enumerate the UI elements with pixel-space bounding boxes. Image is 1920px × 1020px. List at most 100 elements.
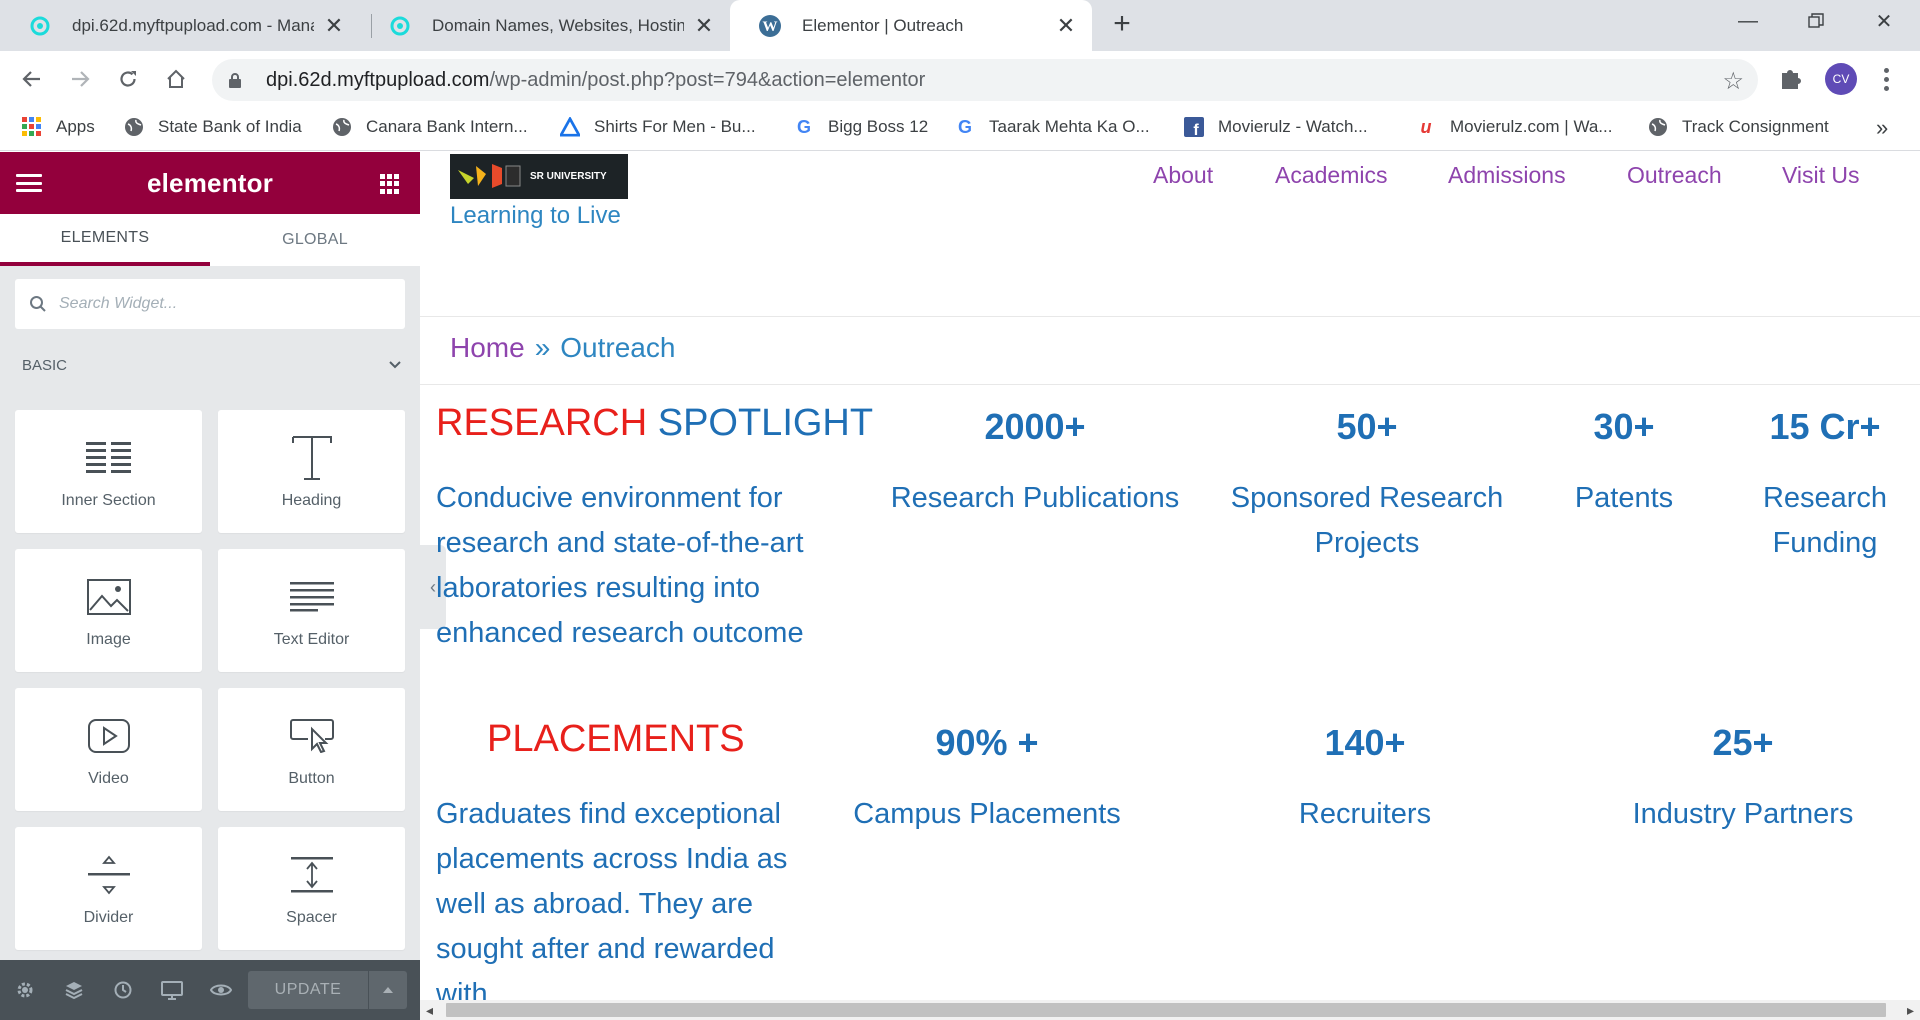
reload-icon[interactable] [114, 65, 142, 93]
bookmark-track-consignment[interactable]: Track Consignment [1648, 117, 1829, 137]
category-basic[interactable]: BASIC [22, 357, 402, 375]
widget-spacer[interactable]: Spacer [218, 827, 405, 950]
stat-label: Campus Placements [853, 798, 1121, 830]
svg-text:W: W [763, 19, 778, 35]
widget-video[interactable]: Video [15, 688, 202, 811]
nav-visit-us[interactable]: Visit Us [1782, 162, 1860, 189]
bookmark-label: Shirts For Men - Bu... [594, 117, 756, 136]
breadcrumb-separator: » [534, 332, 551, 363]
chevron-up-icon[interactable] [369, 971, 407, 1009]
settings-gear-icon[interactable] [0, 960, 49, 1020]
bookmark-label: Track Consignment [1682, 117, 1829, 136]
stat-label: Research Funding [1762, 482, 1888, 559]
horizontal-scrollbar[interactable]: ◂ ▸ [420, 1000, 1920, 1020]
widget-inner-section[interactable]: Inner Section [15, 410, 202, 533]
logo-marks [454, 160, 524, 194]
globe-icon [124, 117, 144, 137]
bookmark-state-bank[interactable]: State Bank of India [124, 117, 302, 137]
bookmark-movierulz-fb[interactable]: f Movierulz - Watch... [1184, 117, 1368, 137]
close-window-icon[interactable]: ✕ [1850, 0, 1918, 42]
navigator-layers-icon[interactable] [49, 960, 98, 1020]
widget-image[interactable]: Image [15, 549, 202, 672]
stat-value: 2000+ [984, 406, 1086, 447]
browser-tab-3-active[interactable]: W Elementor | Outreach ✕ [730, 0, 1092, 51]
scroll-left-icon[interactable]: ◂ [426, 1002, 433, 1019]
url-host: dpi.62d.myftpupload.com [266, 68, 490, 91]
widget-button[interactable]: Button [218, 688, 405, 811]
category-title: BASIC [22, 357, 68, 374]
breadcrumb-current: Outreach [560, 332, 676, 363]
tab-global[interactable]: GLOBAL [210, 214, 420, 266]
tab-title: Domain Names, Websites, Hostin [432, 15, 684, 35]
browser-tab-1[interactable]: dpi.62d.myftpupload.com - Mana ✕ [0, 0, 360, 51]
widgets-grid-icon[interactable] [380, 174, 400, 194]
browser-menu-icon[interactable] [1876, 63, 1896, 95]
widget-text-editor[interactable]: Text Editor [218, 549, 405, 672]
profile-avatar[interactable]: CV [1825, 63, 1857, 95]
divider-icon [85, 851, 133, 899]
site-logo[interactable]: SR UNIVERSITY [450, 154, 628, 199]
bookmark-star-icon[interactable]: ☆ [1722, 67, 1744, 96]
bookmark-label: Movierulz - Watch... [1218, 117, 1368, 136]
stat-label: Industry Partners [1632, 798, 1854, 830]
history-icon[interactable] [98, 960, 147, 1020]
header-divider [420, 316, 1920, 317]
google-icon: G [796, 116, 811, 137]
widget-label: Video [88, 770, 129, 787]
preview-eye-icon[interactable] [196, 960, 245, 1020]
bookmark-bigg-boss[interactable]: G Bigg Boss 12 [794, 117, 928, 137]
widget-label: Spacer [286, 909, 337, 926]
minimize-icon[interactable]: — [1714, 0, 1782, 42]
button-icon [288, 712, 336, 760]
search-widget-input[interactable] [59, 295, 379, 313]
address-bar-row: dpi.62d.myftpupload.com/wp-admin/post.ph… [0, 51, 1920, 107]
bookmarks-overflow-icon[interactable]: » [1876, 115, 1888, 141]
widget-label: Heading [281, 492, 342, 509]
scroll-right-icon[interactable]: ▸ [1907, 1002, 1914, 1019]
breadcrumb-divider [420, 384, 1920, 385]
bookmark-taarak-mehta[interactable]: G Taarak Mehta Ka O... [955, 117, 1150, 137]
bookmark-movierulz-com[interactable]: u Movierulz.com | Wa... [1416, 117, 1613, 137]
bookmark-label: Taarak Mehta Ka O... [989, 117, 1150, 136]
nav-outreach[interactable]: Outreach [1627, 162, 1722, 189]
globe-icon [1648, 117, 1668, 137]
extensions-puzzle-icon[interactable] [1778, 65, 1806, 93]
widget-heading[interactable]: Heading [218, 410, 405, 533]
tab-close-icon[interactable]: ✕ [692, 13, 716, 38]
omnibox[interactable]: dpi.62d.myftpupload.com/wp-admin/post.ph… [212, 59, 1758, 101]
forward-arrow-icon[interactable] [66, 65, 94, 93]
scrollbar-thumb[interactable] [446, 1003, 1886, 1017]
hamburger-menu-icon[interactable] [16, 174, 42, 192]
update-button[interactable]: UPDATE [248, 971, 368, 1009]
breadcrumb-home[interactable]: Home [450, 332, 525, 363]
bookmark-label: Apps [56, 117, 95, 136]
new-tab-icon[interactable]: + [1108, 9, 1136, 39]
bookmark-apps[interactable]: Apps [22, 117, 95, 137]
widget-divider[interactable]: Divider [15, 827, 202, 950]
responsive-desktop-icon[interactable] [147, 960, 196, 1020]
stat-value: 25+ [1712, 722, 1774, 763]
tab-close-icon[interactable]: ✕ [1054, 13, 1078, 38]
home-icon[interactable] [162, 65, 190, 93]
title-red-word: RESEARCH [436, 402, 648, 444]
nav-admissions[interactable]: Admissions [1448, 162, 1566, 189]
google-icon: G [957, 116, 972, 137]
tab-elements[interactable]: ELEMENTS [0, 214, 210, 266]
panel-footer: UPDATE [0, 960, 420, 1020]
stat-value: 140+ [1324, 722, 1406, 763]
browser-tab-2[interactable]: Domain Names, Websites, Hostin ✕ [360, 0, 730, 51]
bookmark-shirts[interactable]: Shirts For Men - Bu... [560, 117, 756, 137]
tab-close-icon[interactable]: ✕ [322, 13, 346, 38]
nav-academics[interactable]: Academics [1275, 162, 1387, 189]
widget-label: Text Editor [273, 631, 350, 648]
stat-value: 50+ [1336, 406, 1398, 447]
godaddy-icon [28, 14, 52, 38]
text-editor-icon [288, 573, 336, 621]
bookmark-canara-bank[interactable]: Canara Bank Intern... [332, 117, 528, 137]
bookmark-label: Movierulz.com | Wa... [1450, 117, 1613, 136]
back-arrow-icon[interactable] [18, 65, 46, 93]
spacer-icon [288, 851, 336, 899]
restore-icon[interactable] [1782, 0, 1850, 42]
widget-label: Divider [83, 909, 134, 926]
nav-about[interactable]: About [1153, 162, 1213, 189]
